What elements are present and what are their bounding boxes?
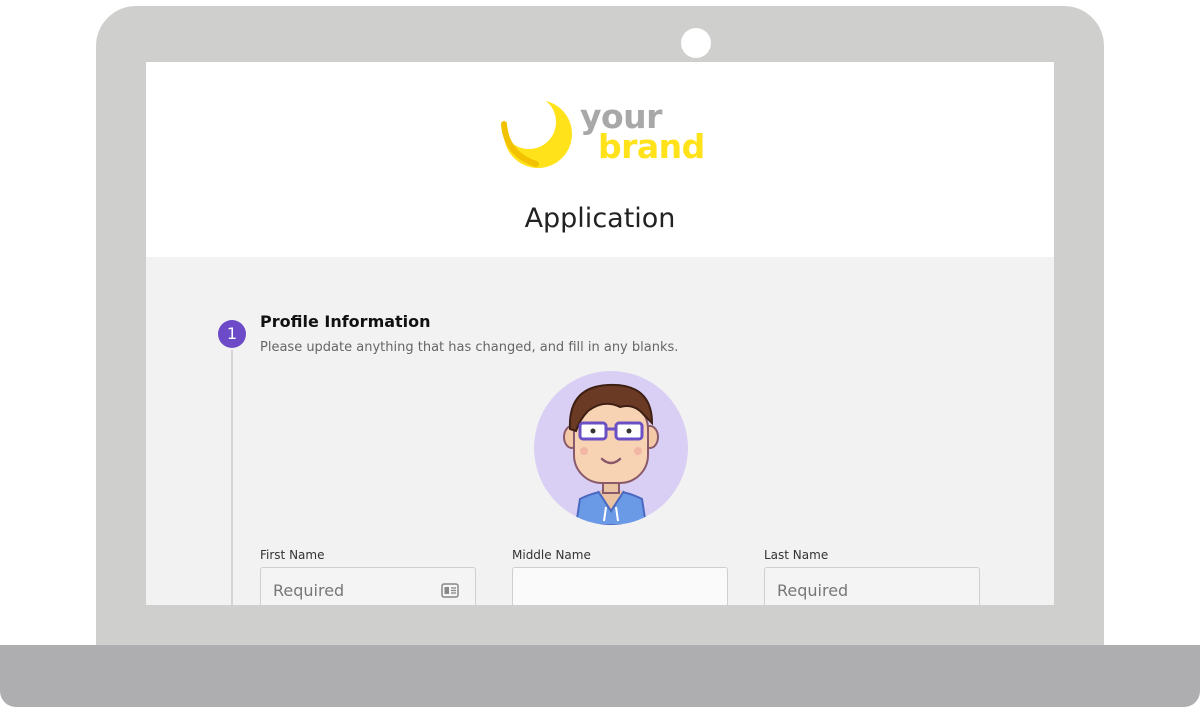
crescent-moon-icon	[501, 100, 572, 168]
brand-word-brand: brand	[598, 127, 705, 166]
laptop-screen: your brand Application 1 Profile Informa…	[146, 62, 1054, 605]
webcam-icon	[681, 28, 711, 58]
first-name-input[interactable]: Required	[260, 567, 476, 605]
last-name-placeholder: Required	[777, 581, 849, 600]
last-name-label: Last Name	[764, 548, 829, 562]
laptop-base	[0, 645, 1200, 707]
step-number-badge: 1	[218, 320, 246, 348]
last-name-input[interactable]: Required	[764, 567, 980, 605]
section-title: Profile Information	[260, 312, 431, 331]
contact-card-icon	[441, 583, 459, 598]
middle-name-input[interactable]	[512, 567, 728, 605]
brand-logo[interactable]: your brand	[496, 96, 716, 176]
first-name-label: First Name	[260, 548, 325, 562]
brand-wordmark: your brand	[580, 100, 705, 166]
section-subtitle: Please update anything that has changed,…	[260, 340, 679, 355]
profile-avatar[interactable]	[534, 371, 688, 525]
page-title: Application	[524, 203, 676, 234]
page-header: your brand Application	[146, 62, 1054, 257]
step-connector-line	[231, 350, 233, 605]
middle-name-label: Middle Name	[512, 548, 591, 562]
user-avatar-illustration	[563, 383, 659, 525]
first-name-placeholder: Required	[273, 581, 345, 600]
